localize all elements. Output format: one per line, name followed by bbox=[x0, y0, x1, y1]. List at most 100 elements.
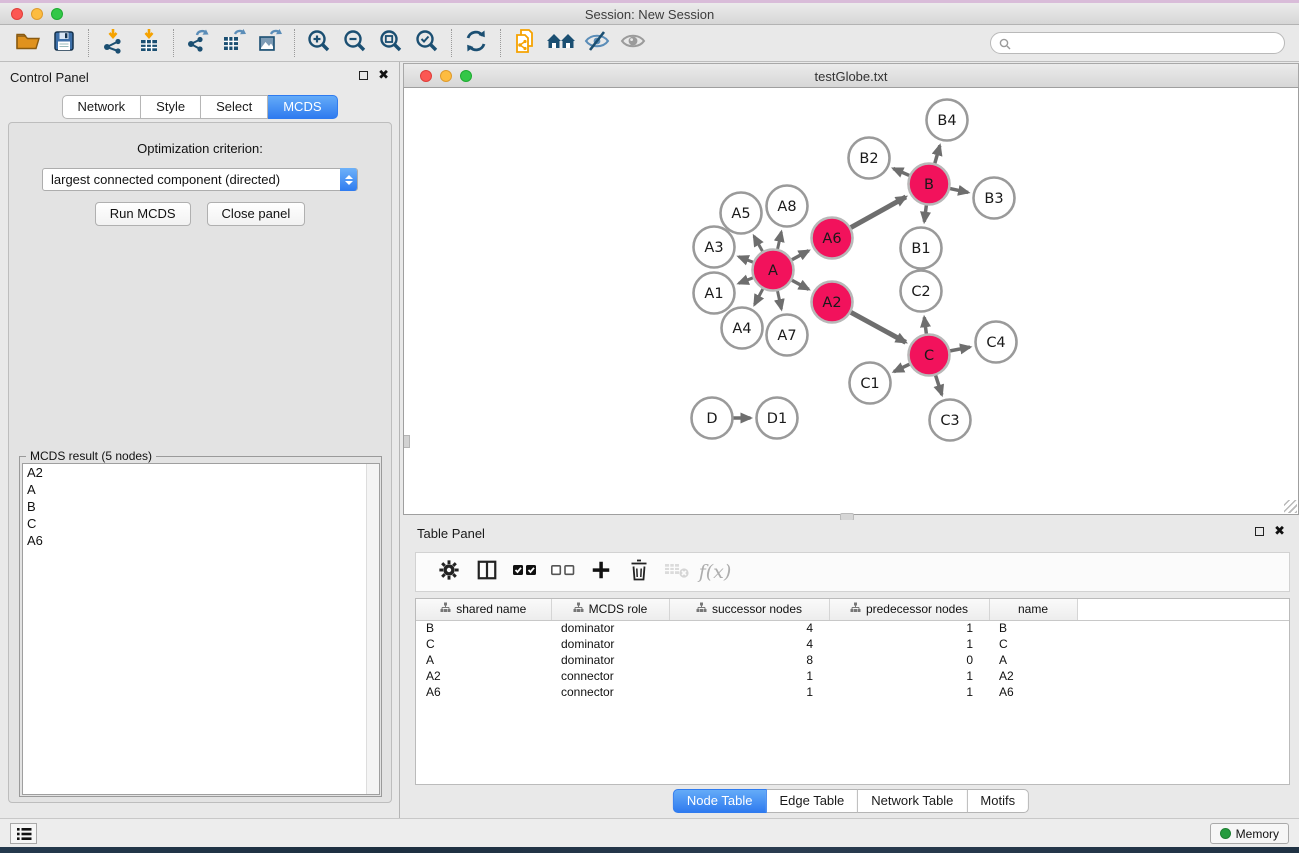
result-item-c[interactable]: C bbox=[23, 515, 379, 532]
edge-C-C3[interactable] bbox=[936, 375, 942, 394]
cell-name[interactable]: A6 bbox=[989, 684, 1077, 700]
table-row-a6[interactable]: A6connector11A6 bbox=[416, 684, 1289, 700]
edge-B-B1[interactable] bbox=[924, 205, 926, 221]
tab-motifs[interactable]: Motifs bbox=[967, 789, 1029, 813]
export-table-button[interactable] bbox=[216, 28, 252, 58]
zoom-fit-button[interactable] bbox=[373, 28, 409, 58]
cell-shared-name[interactable]: A6 bbox=[416, 684, 551, 700]
tab-network[interactable]: Network bbox=[61, 95, 141, 119]
birdseye-toggle[interactable] bbox=[404, 435, 410, 448]
table-settings-button[interactable] bbox=[432, 556, 466, 588]
cell-predecessor-nodes[interactable]: 1 bbox=[829, 620, 989, 636]
delete-columns-button[interactable] bbox=[622, 556, 656, 588]
run-mcds-button[interactable]: Run MCDS bbox=[95, 202, 191, 226]
cell-MCDS-role[interactable]: connector bbox=[551, 668, 669, 684]
zoom-out-button[interactable] bbox=[337, 28, 373, 58]
tab-node-table[interactable]: Node Table bbox=[673, 789, 767, 813]
tab-edge-table[interactable]: Edge Table bbox=[766, 789, 858, 813]
cell-MCDS-role[interactable]: dominator bbox=[551, 636, 669, 652]
float-table-panel-icon[interactable] bbox=[1255, 527, 1264, 536]
tab-network-table[interactable]: Network Table bbox=[858, 789, 967, 813]
tab-select[interactable]: Select bbox=[201, 95, 268, 119]
tab-mcds[interactable]: MCDS bbox=[268, 95, 337, 119]
cell-MCDS-role[interactable]: dominator bbox=[551, 652, 669, 668]
show-all-button[interactable] bbox=[615, 28, 651, 58]
column-header-successor-nodes[interactable]: successor nodes bbox=[669, 599, 829, 620]
edge-A-A6[interactable] bbox=[792, 251, 809, 260]
zoom-selected-button[interactable] bbox=[409, 28, 445, 58]
table-row-a[interactable]: Adominator80A bbox=[416, 652, 1289, 668]
cell-MCDS-role[interactable]: dominator bbox=[551, 620, 669, 636]
close-table-panel-icon[interactable]: ✖ bbox=[1274, 526, 1285, 536]
cell-name[interactable]: A bbox=[989, 652, 1077, 668]
result-item-b[interactable]: B bbox=[23, 498, 379, 515]
edge-B-B2[interactable] bbox=[893, 169, 909, 176]
close-panel-button[interactable]: Close panel bbox=[207, 202, 306, 226]
cell-successor-nodes[interactable]: 1 bbox=[669, 684, 829, 700]
cell-successor-nodes[interactable]: 8 bbox=[669, 652, 829, 668]
edge-C-C4[interactable] bbox=[950, 347, 970, 351]
edge-C-C1[interactable] bbox=[894, 364, 910, 371]
edge-A-A8[interactable] bbox=[778, 232, 782, 249]
mcds-result-list[interactable]: A2ABCA6 bbox=[22, 463, 380, 795]
select-all-columns-button[interactable] bbox=[508, 556, 542, 588]
cell-MCDS-role[interactable]: connector bbox=[551, 684, 669, 700]
edge-A2-C[interactable] bbox=[851, 312, 906, 342]
hide-selected-button[interactable] bbox=[579, 28, 615, 58]
save-session-button[interactable] bbox=[46, 28, 82, 58]
edge-A-A7[interactable] bbox=[778, 291, 782, 309]
column-header-MCDS-role[interactable]: MCDS role bbox=[551, 599, 669, 620]
table-row-c[interactable]: Cdominator41C bbox=[416, 636, 1289, 652]
unselect-all-columns-button[interactable] bbox=[546, 556, 580, 588]
edge-A-A4[interactable] bbox=[754, 289, 762, 305]
result-list-scrollbar[interactable] bbox=[366, 464, 379, 794]
cell-predecessor-nodes[interactable]: 1 bbox=[829, 668, 989, 684]
column-header-name[interactable]: name bbox=[989, 599, 1077, 620]
edge-B-B4[interactable] bbox=[935, 146, 940, 164]
edge-A-A5[interactable] bbox=[754, 236, 763, 251]
cell-predecessor-nodes[interactable]: 1 bbox=[829, 684, 989, 700]
result-item-a6[interactable]: A6 bbox=[23, 532, 379, 549]
window-resize-grip[interactable] bbox=[1284, 500, 1297, 513]
cell-shared-name[interactable]: C bbox=[416, 636, 551, 652]
close-panel-icon[interactable]: ✖ bbox=[378, 70, 389, 80]
edge-A-A1[interactable] bbox=[739, 278, 753, 284]
export-image-button[interactable] bbox=[252, 28, 288, 58]
first-neighbors-button[interactable] bbox=[543, 28, 579, 58]
cell-successor-nodes[interactable]: 4 bbox=[669, 620, 829, 636]
new-network-from-selection-button[interactable] bbox=[507, 28, 543, 58]
edge-A-A3[interactable] bbox=[739, 257, 753, 263]
table-row-b[interactable]: Bdominator41B bbox=[416, 620, 1289, 636]
result-item-a[interactable]: A bbox=[23, 481, 379, 498]
edge-A6-B[interactable] bbox=[851, 197, 906, 228]
cell-name[interactable]: A2 bbox=[989, 668, 1077, 684]
cell-shared-name[interactable]: B bbox=[416, 620, 551, 636]
edge-B-B3[interactable] bbox=[950, 189, 968, 193]
optimization-criterion-dropdown[interactable]: largest connected component (directed) bbox=[42, 168, 358, 191]
column-header-shared-name[interactable]: shared name bbox=[416, 599, 551, 620]
task-history-button[interactable] bbox=[10, 823, 37, 844]
toggle-table-mode-button[interactable] bbox=[470, 556, 504, 588]
float-panel-icon[interactable] bbox=[359, 71, 368, 80]
result-item-a2[interactable]: A2 bbox=[23, 464, 379, 481]
cell-successor-nodes[interactable]: 4 bbox=[669, 636, 829, 652]
cell-shared-name[interactable]: A bbox=[416, 652, 551, 668]
memory-button[interactable]: Memory bbox=[1210, 823, 1289, 844]
export-network-button[interactable] bbox=[180, 28, 216, 58]
create-new-column-button[interactable] bbox=[584, 556, 618, 588]
edge-A-A2[interactable] bbox=[792, 280, 809, 289]
cell-predecessor-nodes[interactable]: 1 bbox=[829, 636, 989, 652]
apply-layout-button[interactable] bbox=[458, 28, 494, 58]
column-header-predecessor-nodes[interactable]: predecessor nodes bbox=[829, 599, 989, 620]
cell-shared-name[interactable]: A2 bbox=[416, 668, 551, 684]
tab-style[interactable]: Style bbox=[141, 95, 201, 119]
cell-name[interactable]: B bbox=[989, 620, 1077, 636]
search-input[interactable] bbox=[990, 32, 1285, 54]
open-session-button[interactable] bbox=[10, 28, 46, 58]
import-table-button[interactable] bbox=[131, 28, 167, 58]
cell-successor-nodes[interactable]: 1 bbox=[669, 668, 829, 684]
zoom-in-button[interactable] bbox=[301, 28, 337, 58]
import-network-button[interactable] bbox=[95, 28, 131, 58]
cell-predecessor-nodes[interactable]: 0 bbox=[829, 652, 989, 668]
cell-name[interactable]: C bbox=[989, 636, 1077, 652]
